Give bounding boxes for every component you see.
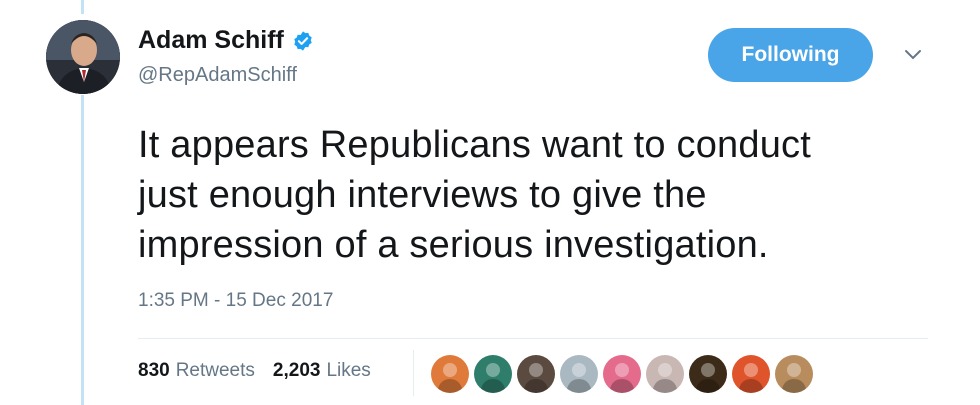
liker-avatar-icon[interactable] xyxy=(473,354,513,394)
liker-avatar-icon[interactable] xyxy=(430,354,470,394)
thread-line-top xyxy=(81,0,84,14)
tweet-stats: 830 Retweets 2,203 Likes xyxy=(138,360,389,382)
liker-avatar-icon[interactable] xyxy=(645,354,685,394)
divider xyxy=(138,338,928,339)
liker-avatar-icon[interactable] xyxy=(731,354,771,394)
tweet-timestamp[interactable]: 1:35 PM - 15 Dec 2017 xyxy=(138,290,333,312)
likes-count: 2,203 xyxy=(272,360,321,381)
tweet-text: It appears Republicans want to conduct j… xyxy=(138,124,812,266)
author-name-row[interactable]: Adam Schiff xyxy=(138,26,314,55)
profile-photo-icon[interactable] xyxy=(46,20,120,94)
liker-avatar-icon[interactable] xyxy=(559,354,599,394)
liker-avatar-icon[interactable] xyxy=(602,354,642,394)
liker-avatar-icon[interactable] xyxy=(688,354,728,394)
author-handle[interactable]: @RepAdamSchiff xyxy=(138,64,297,87)
verified-badge-icon xyxy=(292,30,314,52)
liker-avatars xyxy=(430,354,814,394)
likes-stat[interactable]: 2,203 Likes xyxy=(273,360,371,382)
retweets-stat[interactable]: 830 Retweets xyxy=(138,360,255,382)
following-button[interactable]: Following xyxy=(708,28,873,82)
liker-avatar-icon[interactable] xyxy=(774,354,814,394)
retweets-label: Retweets xyxy=(175,360,255,381)
chevron-down-icon[interactable] xyxy=(900,42,926,68)
likes-label: Likes xyxy=(326,360,371,381)
stats-separator xyxy=(413,350,414,396)
liker-avatar-icon[interactable] xyxy=(516,354,556,394)
thread-line xyxy=(81,95,84,405)
author-name[interactable]: Adam Schiff xyxy=(138,26,284,55)
retweets-count: 830 xyxy=(138,360,170,381)
